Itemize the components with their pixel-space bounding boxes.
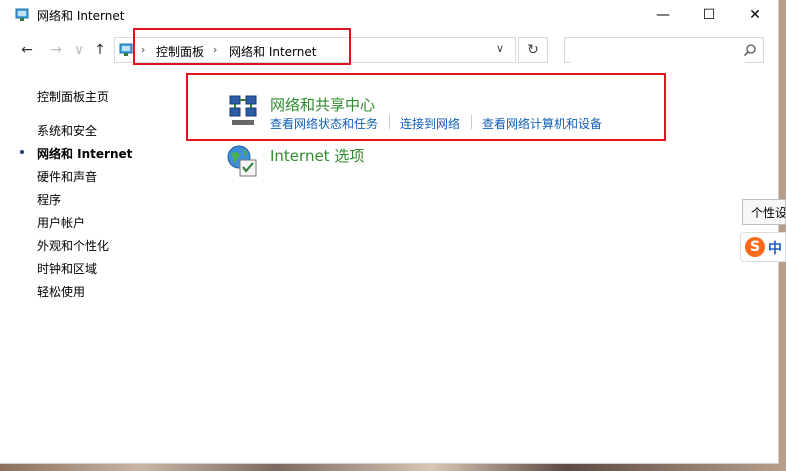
search-input[interactable] [571,39,745,63]
link-view-network-computers[interactable]: 查看网络计算机和设备 [482,115,602,132]
sidebar-item-system-security[interactable]: 系统和安全 [37,122,97,139]
ime-tooltip: 个性设 [742,199,786,225]
title-bar: 网络和 Internet — ☐ ✕ [0,0,778,30]
sidebar-item-network-internet[interactable]: 网络和 Internet [20,145,133,162]
control-panel-icon [15,8,29,21]
search-icon[interactable] [743,43,757,57]
ime-toolbar[interactable]: S 中 [740,232,786,262]
internet-options-icon[interactable] [226,144,260,178]
maximize-button[interactable]: ☐ [686,0,732,30]
sogou-logo-icon[interactable]: S [745,237,765,257]
sidebar-item-appearance[interactable]: 外观和个性化 [37,237,109,254]
link-connect-to-network[interactable]: 连接到网络 [400,115,460,132]
breadcrumb-highlight-box [133,28,351,65]
control-panel-window: 网络和 Internet — ☐ ✕ ← → ∨ ↑ › 控制面板 › 网络和 … [0,0,779,464]
address-dropdown-icon[interactable]: ∨ [496,42,504,55]
forward-button[interactable]: → [47,41,65,59]
minimize-button[interactable]: — [640,0,686,30]
search-box[interactable] [564,37,764,63]
category-title-internet-options[interactable]: Internet 选项 [270,145,364,166]
category-title-network-sharing-center[interactable]: 网络和共享中心 [270,94,375,115]
sidebar-item-label: 网络和 Internet [37,147,133,161]
back-button[interactable]: ← [18,41,36,59]
sidebar-item-clock-region[interactable]: 时钟和区域 [37,260,97,277]
sidebar-item-programs[interactable]: 程序 [37,191,61,208]
ime-mode-indicator[interactable]: 中 [768,238,782,258]
sidebar-item-user-accounts[interactable]: 用户帐户 [37,214,85,231]
link-view-network-status[interactable]: 查看网络状态和任务 [270,115,378,132]
sidebar-item-ease-of-access[interactable]: 轻松使用 [37,283,85,300]
network-sharing-center-icon[interactable] [226,94,260,128]
active-bullet-icon [20,150,24,154]
up-button[interactable]: ↑ [91,41,109,59]
close-button[interactable]: ✕ [732,0,778,30]
link-separator [389,115,390,129]
refresh-button[interactable]: ↻ [518,37,548,63]
window-title: 网络和 Internet [37,9,125,23]
link-separator [471,115,472,129]
history-dropdown-icon[interactable]: ∨ [70,41,88,59]
sidebar-home-link[interactable]: 控制面板主页 [37,88,109,105]
sidebar-item-hardware-sound[interactable]: 硬件和声音 [37,168,97,185]
control-panel-icon [119,43,133,56]
